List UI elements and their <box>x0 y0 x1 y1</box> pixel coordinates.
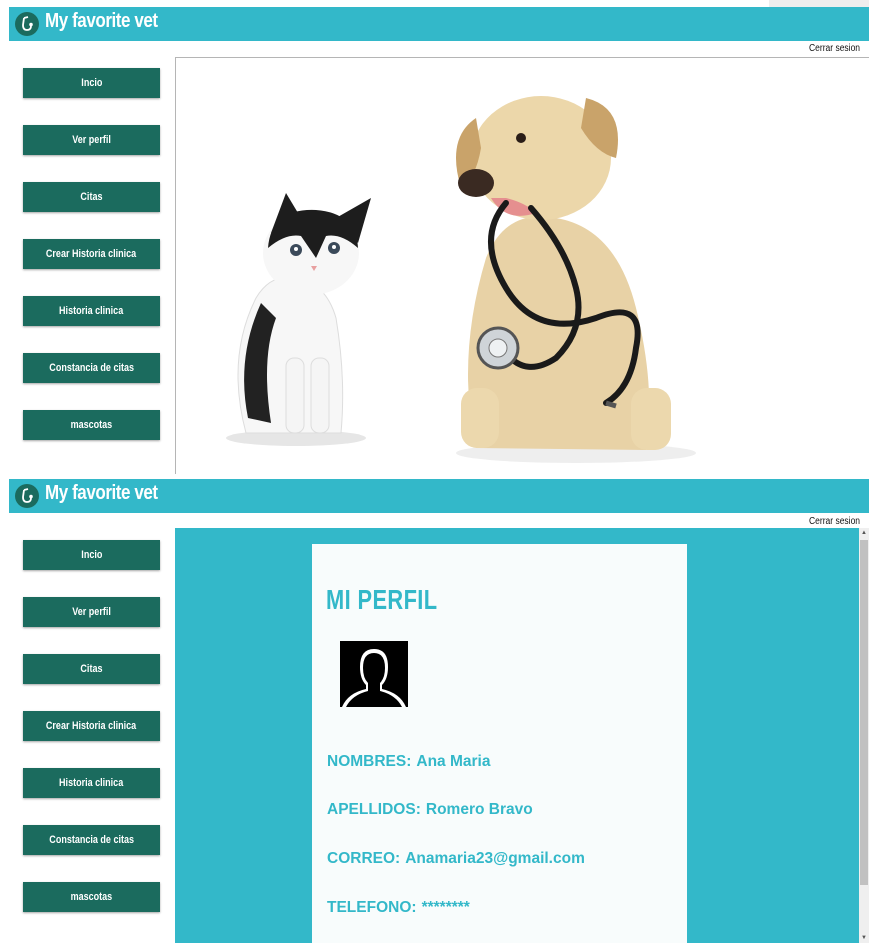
field-correo-label: CORREO: <box>327 850 401 867</box>
field-nombres-label: NOMBRES: <box>327 753 412 770</box>
nav-historia-clinica-button[interactable]: Historia clinica <box>23 296 160 326</box>
scroll-up-arrow-icon[interactable]: ▲ <box>859 528 869 538</box>
field-apellidos: APELLIDOS: Romero Bravo <box>327 801 533 819</box>
nav-inicio-button[interactable]: Incio <box>23 68 160 98</box>
hero-image-frame <box>175 57 869 474</box>
top-strip <box>0 0 869 7</box>
nav-constancia-citas-button[interactable]: Constancia de citas <box>23 825 160 855</box>
nav-crear-historia-button[interactable]: Crear Historia clinica <box>23 239 160 269</box>
field-telefono-value: ******** <box>421 899 470 916</box>
nav-ver-perfil-button[interactable]: Ver perfil <box>23 125 160 155</box>
profile-title: MI PERFIL <box>326 584 438 615</box>
sidebar-nav-2: Incio Ver perfil Citas Crear Historia cl… <box>23 540 160 939</box>
scroll-thumb[interactable] <box>860 540 868 885</box>
stethoscope-logo-icon <box>15 12 39 36</box>
field-nombres: NOMBRES: Ana Maria <box>327 753 490 771</box>
nav-mascotas-button[interactable]: mascotas <box>23 882 160 912</box>
sidebar-nav: Incio Ver perfil Citas Crear Historia cl… <box>23 68 160 467</box>
field-telefono: TELEFONO: ******** <box>327 899 470 917</box>
app-header-2: My favorite vet <box>9 479 869 513</box>
field-telefono-label: TELEFONO: <box>327 899 417 916</box>
nav-mascotas-button[interactable]: mascotas <box>23 410 160 440</box>
nav-historia-clinica-button[interactable]: Historia clinica <box>23 768 160 798</box>
nav-citas-button[interactable]: Citas <box>23 182 160 212</box>
profile-screen: My favorite vet Cerrar sesion Incio Ver … <box>0 473 869 943</box>
app-title-2: My favorite vet <box>45 482 158 504</box>
stethoscope-logo-icon <box>15 484 39 508</box>
nav-constancia-citas-button[interactable]: Constancia de citas <box>23 353 160 383</box>
profile-card: MI PERFIL NOMBRES: Ana Maria APELLIDOS: Ro… <box>312 544 687 943</box>
logout-link-2[interactable]: Cerrar sesion <box>809 516 860 527</box>
nav-inicio-button[interactable]: Incio <box>23 540 160 570</box>
vertical-scrollbar[interactable]: ▲ ▼ <box>859 528 869 943</box>
logout-link[interactable]: Cerrar sesion <box>809 43 860 54</box>
field-correo-value: Anamaria23@gmail.com <box>405 850 585 867</box>
field-nombres-value: Ana Maria <box>416 753 491 770</box>
field-apellidos-value: Romero Bravo <box>425 801 533 818</box>
user-avatar-icon <box>340 641 408 707</box>
nav-crear-historia-button[interactable]: Crear Historia clinica <box>23 711 160 741</box>
nav-ver-perfil-button[interactable]: Ver perfil <box>23 597 160 627</box>
scroll-down-arrow-icon[interactable]: ▼ <box>859 933 869 943</box>
nav-citas-button[interactable]: Citas <box>23 654 160 684</box>
kitten-and-puppy-image <box>226 96 696 463</box>
home-screen: My favorite vet Cerrar sesion Incio Ver … <box>0 0 869 474</box>
field-correo: CORREO: Anamaria23@gmail.com <box>327 850 585 868</box>
field-apellidos-label: APELLIDOS: <box>327 801 421 818</box>
app-header: My favorite vet <box>9 7 869 41</box>
app-title: My favorite vet <box>45 10 158 32</box>
